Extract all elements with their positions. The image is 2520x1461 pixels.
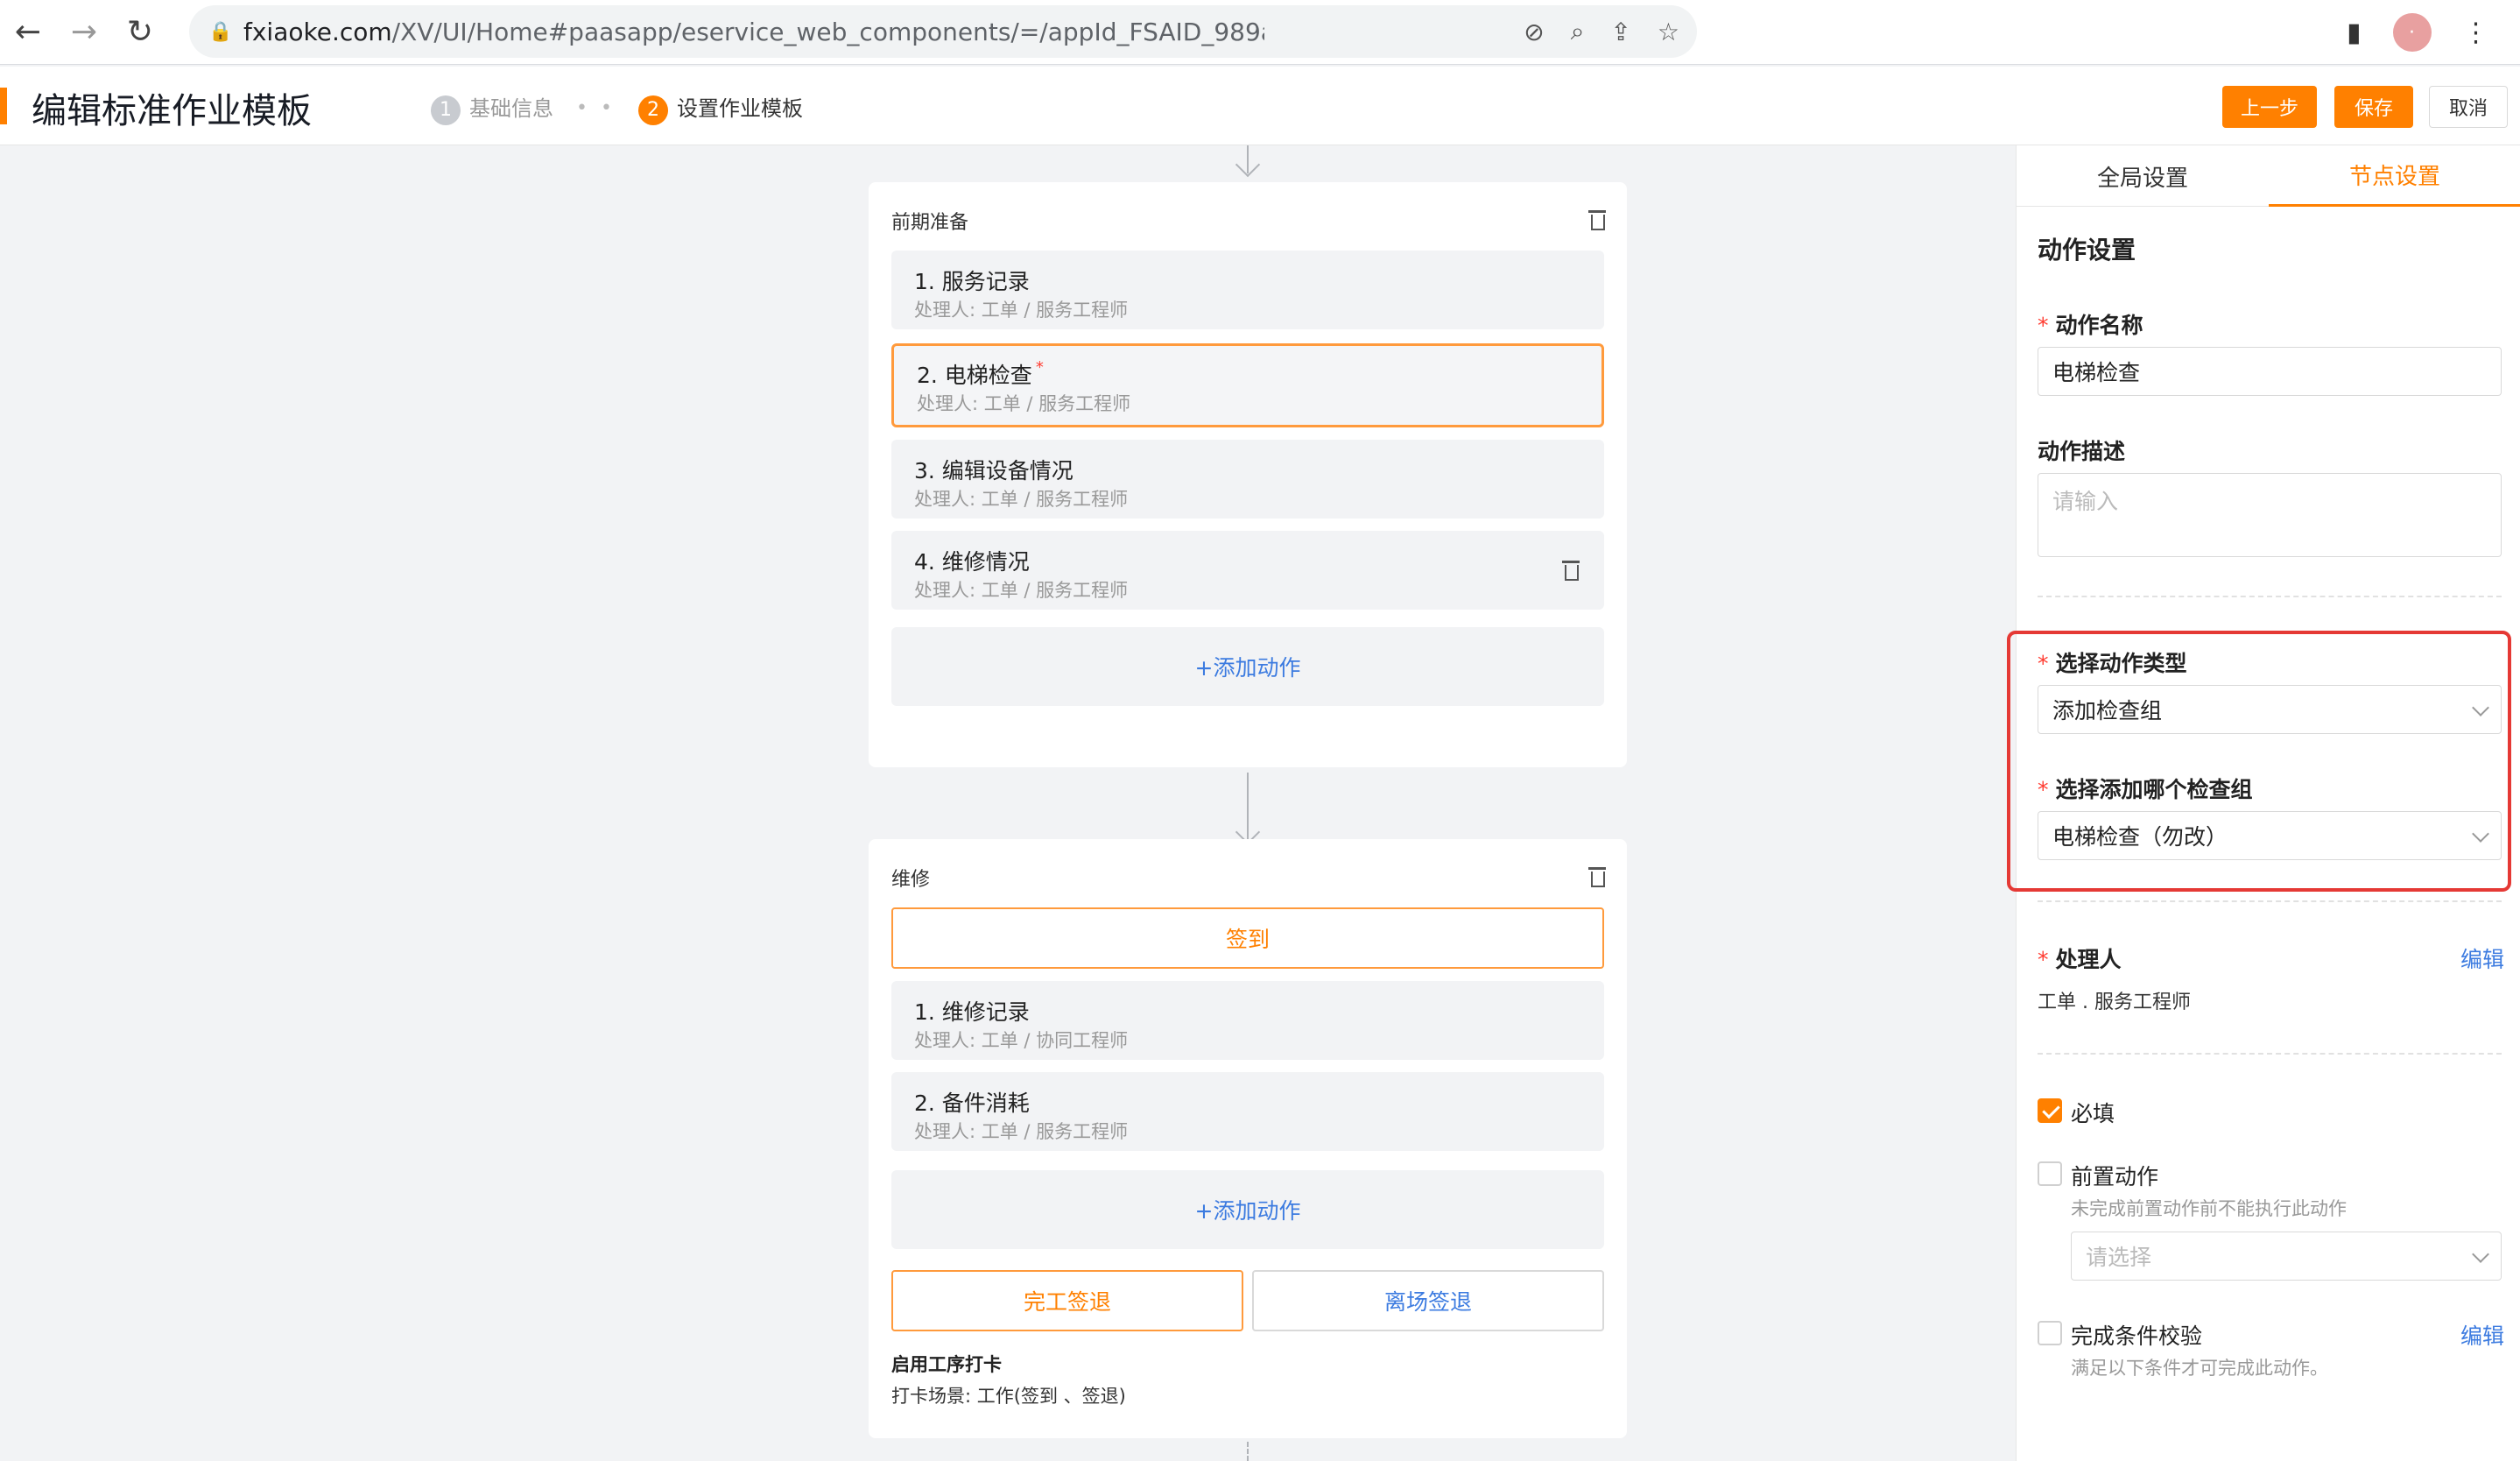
leave-checkout-button[interactable]: 离场签退 [1252,1270,1604,1331]
required-star: * [2038,313,2049,338]
action-title: 1. 服务记录 [914,269,1030,294]
action-title-text: 2. 电梯检查 [917,363,1032,388]
tab-global-settings[interactable]: 全局设置 [2017,145,2269,207]
divider [2038,1053,2502,1055]
select-placeholder: 请选择 [2086,1245,2152,1270]
popup-blocked-icon[interactable]: ⊘ [1524,18,1544,46]
required-checkbox[interactable] [2038,1098,2062,1123]
action-name-input[interactable]: 电梯检查 [2038,347,2502,396]
step-basic-info[interactable]: 1 基础信息 [431,91,553,125]
page-title: 编辑标准作业模板 [32,91,312,131]
required-checkbox-label: 必填 [2071,1101,2115,1126]
step-template-settings[interactable]: 2 设置作业模板 [637,91,803,125]
action-handler: 处理人: 工单 / 服务工程师 [914,580,1129,601]
required-mark: * [1035,358,1044,377]
divider [2038,900,2502,902]
step-indicator: 1 基础信息 • • 2 设置作业模板 [431,91,803,125]
action-title: 4. 维修情况 [914,549,1030,575]
action-title: 2. 备件消耗 [914,1090,1030,1116]
panel-tabs: 全局设置 节点设置 [2017,145,2520,207]
required-star: * [2038,947,2049,972]
step-number: 2 [637,95,668,125]
stage-title: 维修 [891,869,931,891]
action-item-selected[interactable]: 2. 电梯检查 * 处理人: 工单 / 服务工程师 [891,343,1604,427]
url-host: fxiaoke.com [243,17,392,46]
complete-check-label: 完成条件校验 [2071,1323,2203,1349]
url-text[interactable]: fxiaoke.com/XV/UI/Home#paasapp/eservice_… [243,18,1264,46]
lock-icon: 🔒 [208,20,233,43]
arrow-down-icon [1235,152,1261,178]
add-action-button[interactable]: +添加动作 [891,627,1604,706]
check-in-button[interactable]: 签到 [891,907,1604,969]
delete-stage-icon[interactable] [1587,865,1608,888]
action-item[interactable]: 4. 维修情况 处理人: 工单 / 服务工程师 [891,531,1604,610]
pre-action-label: 前置动作 [2071,1164,2159,1189]
title-accent-bar [0,88,7,124]
action-item[interactable]: 1. 服务记录 处理人: 工单 / 服务工程师 [891,251,1604,329]
stage-card-preparation[interactable]: 前期准备 1. 服务记录 处理人: 工单 / 服务工程师 2. 电梯检查 * 处理… [869,182,1627,767]
highlight-annotation-box [2007,631,2511,892]
action-item[interactable]: 3. 编辑设备情况 处理人: 工单 / 服务工程师 [891,440,1604,519]
finish-checkout-button[interactable]: 完工签退 [891,1270,1243,1331]
stage-title: 前期准备 [891,212,969,234]
flow-canvas: 前期准备 1. 服务记录 处理人: 工单 / 服务工程师 2. 电梯检查 * 处理… [0,145,2014,1461]
divider [2038,596,2502,597]
action-desc-textarea[interactable]: 请输入 [2038,473,2502,557]
action-title: 3. 编辑设备情况 [914,458,1073,483]
url-path: /XV/UI/Home#paasapp/eservice_web_compone… [391,17,1264,46]
action-handler: 处理人: 工单 / 服务工程师 [914,1121,1129,1142]
pre-action-checkbox[interactable] [2038,1161,2062,1186]
label-text: 动作名称 [2055,313,2143,338]
step-label: 基础信息 [469,96,553,121]
profile-avatar[interactable]: · [2392,13,2432,52]
chevron-down-icon [2472,1246,2489,1263]
complete-check-checkbox[interactable] [2038,1321,2062,1345]
punch-scene-text: 打卡场景: 工作(签到 、签退) [891,1386,1126,1407]
previous-step-button[interactable]: 上一步 [2222,86,2317,128]
handler-label: * 处理人 [2038,942,2122,974]
menu-kebab-icon[interactable]: ⋮ [2463,18,2489,48]
browser-toolbar: ← → ↻ 🔒 fxiaoke.com/XV/UI/Home#paasapp/e… [0,0,2520,65]
pre-action-select[interactable]: 请选择 [2071,1232,2502,1281]
handler-edit-link[interactable]: 编辑 [2460,942,2504,974]
delete-action-icon[interactable] [1560,559,1581,582]
handler-value: 工单 . 服务工程师 [2038,992,2191,1013]
address-bar[interactable]: 🔒 fxiaoke.com/XV/UI/Home#paasapp/eservic… [189,5,1697,58]
action-handler: 处理人: 工单 / 服务工程师 [914,300,1129,321]
action-handler: 处理人: 工单 / 服务工程师 [914,489,1129,510]
action-handler: 处理人: 工单 / 服务工程师 [917,393,1131,414]
side-panel-icon[interactable]: ▮ [2347,18,2362,48]
add-action-button[interactable]: +添加动作 [891,1170,1604,1249]
back-arrow-icon[interactable]: ← [0,0,56,65]
bookmark-star-icon[interactable]: ☆ [1658,18,1679,46]
zoom-icon[interactable]: ⌕ [1571,17,1585,46]
flow-connector [1247,1442,1249,1461]
step-separator: • • [576,96,616,119]
step-number: 1 [431,95,461,125]
section-title: 动作设置 [2038,236,2136,265]
complete-check-hint: 满足以下条件才可完成此动作。 [2071,1358,2328,1379]
action-desc-label: 动作描述 [2038,439,2126,464]
share-icon[interactable]: ⇪ [1610,18,1630,46]
action-item[interactable]: 2. 备件消耗 处理人: 工单 / 服务工程师 [891,1072,1604,1151]
action-title: 2. 电梯检查 * [917,358,1044,390]
delete-stage-icon[interactable] [1587,208,1608,231]
action-title: 1. 维修记录 [914,999,1030,1025]
forward-arrow-icon[interactable]: → [56,0,112,65]
label-text: 处理人 [2055,947,2122,972]
step-label: 设置作业模板 [676,96,803,121]
save-button[interactable]: 保存 [2334,86,2413,128]
complete-check-edit-link[interactable]: 编辑 [2460,1319,2504,1351]
action-name-label: * 动作名称 [2038,308,2143,340]
pre-action-hint: 未完成前置动作前不能执行此动作 [2071,1198,2347,1219]
tab-node-settings[interactable]: 节点设置 [2269,145,2520,207]
action-handler: 处理人: 工单 / 协同工程师 [914,1030,1129,1051]
action-item[interactable]: 1. 维修记录 处理人: 工单 / 协同工程师 [891,981,1604,1060]
stage-card-repair[interactable]: 维修 签到 1. 维修记录 处理人: 工单 / 协同工程师 2. 备件消耗 处理… [869,839,1627,1438]
cancel-button[interactable]: 取消 [2429,86,2508,128]
process-punch-title: 启用工序打卡 [891,1354,1002,1375]
app-header: 编辑标准作业模板 1 基础信息 • • 2 设置作业模板 上一步 保存 取消 [0,67,2520,145]
reload-icon[interactable]: ↻ [112,0,168,65]
